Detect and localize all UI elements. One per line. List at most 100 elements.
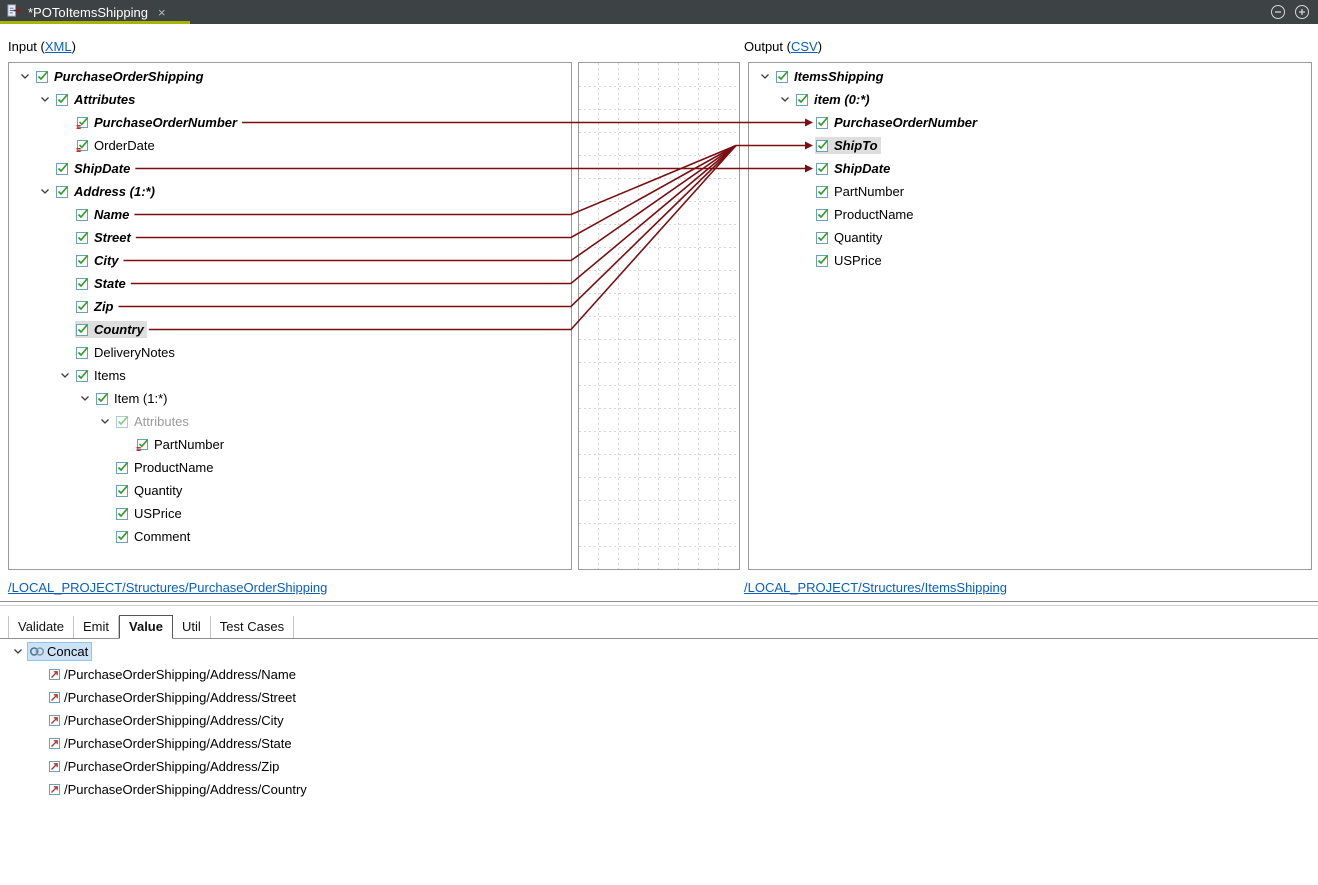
- input-node-item-1[interactable]: Item (1:*): [9, 387, 571, 410]
- node-content: Attributes: [55, 91, 138, 108]
- xml-element-icon: [76, 231, 92, 244]
- xml-element-icon: [56, 162, 72, 175]
- output-node-itemsshipping[interactable]: ItemsShipping: [749, 65, 1311, 88]
- chevron-down-icon[interactable]: [755, 73, 775, 80]
- selected-function-highlight: Concat: [28, 643, 91, 660]
- tree-indent: [8, 697, 28, 698]
- input-node-comment[interactable]: Comment: [9, 525, 571, 548]
- output-node-partnumber[interactable]: PartNumber: [749, 180, 1311, 203]
- input-header-suffix: ): [72, 39, 76, 54]
- concat-function-icon: [29, 645, 45, 658]
- node-content: Zip: [75, 298, 117, 315]
- document-tab-title: *POToItemsShipping: [28, 5, 148, 20]
- node-content: PurchaseOrderShipping: [35, 68, 207, 85]
- input-node-quantity[interactable]: Quantity: [9, 479, 571, 502]
- output-node-quantity[interactable]: Quantity: [749, 226, 1311, 249]
- xml-element-icon: [816, 208, 832, 221]
- tab-util[interactable]: Util: [173, 616, 211, 638]
- concat-argument-row[interactable]: /PurchaseOrderShipping/Address/Zip: [0, 755, 1318, 778]
- output-tree-panel: ItemsShipping item (0:*) PurchaseOrderNumb…: [748, 62, 1312, 570]
- output-node-item-0[interactable]: item (0:*): [749, 88, 1311, 111]
- tree-indent: [15, 122, 55, 123]
- concat-argument-row[interactable]: /PurchaseOrderShipping/Address/City: [0, 709, 1318, 732]
- input-node-purchaseordernumber[interactable]: PurchaseOrderNumber: [9, 111, 571, 134]
- input-node-street[interactable]: Street: [9, 226, 571, 249]
- chevron-down-icon[interactable]: [35, 96, 55, 103]
- tree-indent: [15, 444, 115, 445]
- xpath-value-icon: [48, 691, 64, 704]
- horizontal-splitter[interactable]: [0, 601, 1318, 606]
- input-node-country[interactable]: Country: [9, 318, 571, 341]
- input-node-attributes[interactable]: Attributes: [9, 88, 571, 111]
- tree-indent: [15, 214, 55, 215]
- tree-node-label: item (0:*): [814, 92, 870, 107]
- input-node-attributes[interactable]: Attributes: [9, 410, 571, 433]
- output-node-shipto[interactable]: ShipTo: [749, 134, 1311, 157]
- chevron-down-icon[interactable]: [8, 648, 28, 655]
- chevron-down-icon[interactable]: [55, 372, 75, 379]
- node-content: Comment: [115, 528, 193, 545]
- input-format-link[interactable]: XML: [45, 39, 72, 54]
- xpath-value-icon: [48, 668, 64, 681]
- xml-element-icon: [76, 208, 92, 221]
- tab-test-cases[interactable]: Test Cases: [211, 616, 294, 638]
- selected-node-highlight: ShipTo: [815, 137, 881, 154]
- node-content: PartNumber: [815, 183, 907, 200]
- input-node-productname[interactable]: ProductName: [9, 456, 571, 479]
- input-node-items[interactable]: Items: [9, 364, 571, 387]
- input-node-orderdate[interactable]: OrderDate: [9, 134, 571, 157]
- node-content: Address (1:*): [55, 183, 158, 200]
- concat-argument-row[interactable]: /PurchaseOrderShipping/Address/Street: [0, 686, 1318, 709]
- collapse-icon[interactable]: [1270, 4, 1286, 20]
- tree-indent: [15, 352, 55, 353]
- concat-argument-row[interactable]: /PurchaseOrderShipping/Address/Country: [0, 778, 1318, 801]
- tab-emit[interactable]: Emit: [74, 616, 119, 638]
- output-structure-link[interactable]: /LOCAL_PROJECT/Structures/ItemsShipping: [744, 580, 1007, 595]
- input-node-shipdate[interactable]: ShipDate: [9, 157, 571, 180]
- input-node-partnumber[interactable]: PartNumber: [9, 433, 571, 456]
- chevron-down-icon[interactable]: [75, 395, 95, 402]
- node-content: ShipDate: [55, 160, 133, 177]
- close-icon[interactable]: ×: [158, 5, 166, 20]
- chevron-down-icon[interactable]: [775, 96, 795, 103]
- tree-indent: [15, 490, 95, 491]
- tab-value[interactable]: Value: [119, 615, 173, 639]
- xml-element-icon: [76, 277, 92, 290]
- output-header: Output (CSV): [744, 39, 822, 54]
- output-node-productname[interactable]: ProductName: [749, 203, 1311, 226]
- concat-argument-row[interactable]: /PurchaseOrderShipping/Address/State: [0, 732, 1318, 755]
- concat-argument-row[interactable]: /PurchaseOrderShipping/Address/Name: [0, 663, 1318, 686]
- output-node-shipdate[interactable]: ShipDate: [749, 157, 1311, 180]
- chevron-down-icon[interactable]: [15, 73, 35, 80]
- input-node-zip[interactable]: Zip: [9, 295, 571, 318]
- input-node-purchaseordershipping[interactable]: PurchaseOrderShipping: [9, 65, 571, 88]
- tab-validate[interactable]: Validate: [8, 616, 74, 638]
- tree-indent: [15, 467, 95, 468]
- xml-element-icon: [116, 530, 132, 543]
- node-content: City: [75, 252, 122, 269]
- input-node-state[interactable]: State: [9, 272, 571, 295]
- tree-node-label: ProductName: [134, 460, 213, 475]
- input-node-name[interactable]: Name: [9, 203, 571, 226]
- tree-indent: [15, 99, 35, 100]
- input-node-usprice[interactable]: USPrice: [9, 502, 571, 525]
- tree-indent: [15, 306, 55, 307]
- node-content: OrderDate: [75, 137, 158, 154]
- input-node-city[interactable]: City: [9, 249, 571, 272]
- xpath-argument-label: /PurchaseOrderShipping/Address/City: [64, 713, 284, 728]
- tree-indent: [755, 99, 775, 100]
- output-format-link[interactable]: CSV: [791, 39, 818, 54]
- chevron-down-icon[interactable]: [95, 418, 115, 425]
- chevron-down-icon[interactable]: [35, 188, 55, 195]
- input-header: Input (XML): [8, 39, 76, 54]
- output-node-purchaseordernumber[interactable]: PurchaseOrderNumber: [749, 111, 1311, 134]
- expand-icon[interactable]: [1294, 4, 1310, 20]
- output-node-usprice[interactable]: USPrice: [749, 249, 1311, 272]
- tree-indent: [755, 122, 795, 123]
- document-tab[interactable]: *POToItemsShipping ×: [0, 0, 190, 24]
- input-structure-link[interactable]: /LOCAL_PROJECT/Structures/PurchaseOrderS…: [8, 580, 327, 595]
- function-row-concat[interactable]: Concat: [0, 640, 1318, 663]
- input-node-address-1[interactable]: Address (1:*): [9, 180, 571, 203]
- input-node-deliverynotes[interactable]: DeliveryNotes: [9, 341, 571, 364]
- tree-node-label: OrderDate: [94, 138, 155, 153]
